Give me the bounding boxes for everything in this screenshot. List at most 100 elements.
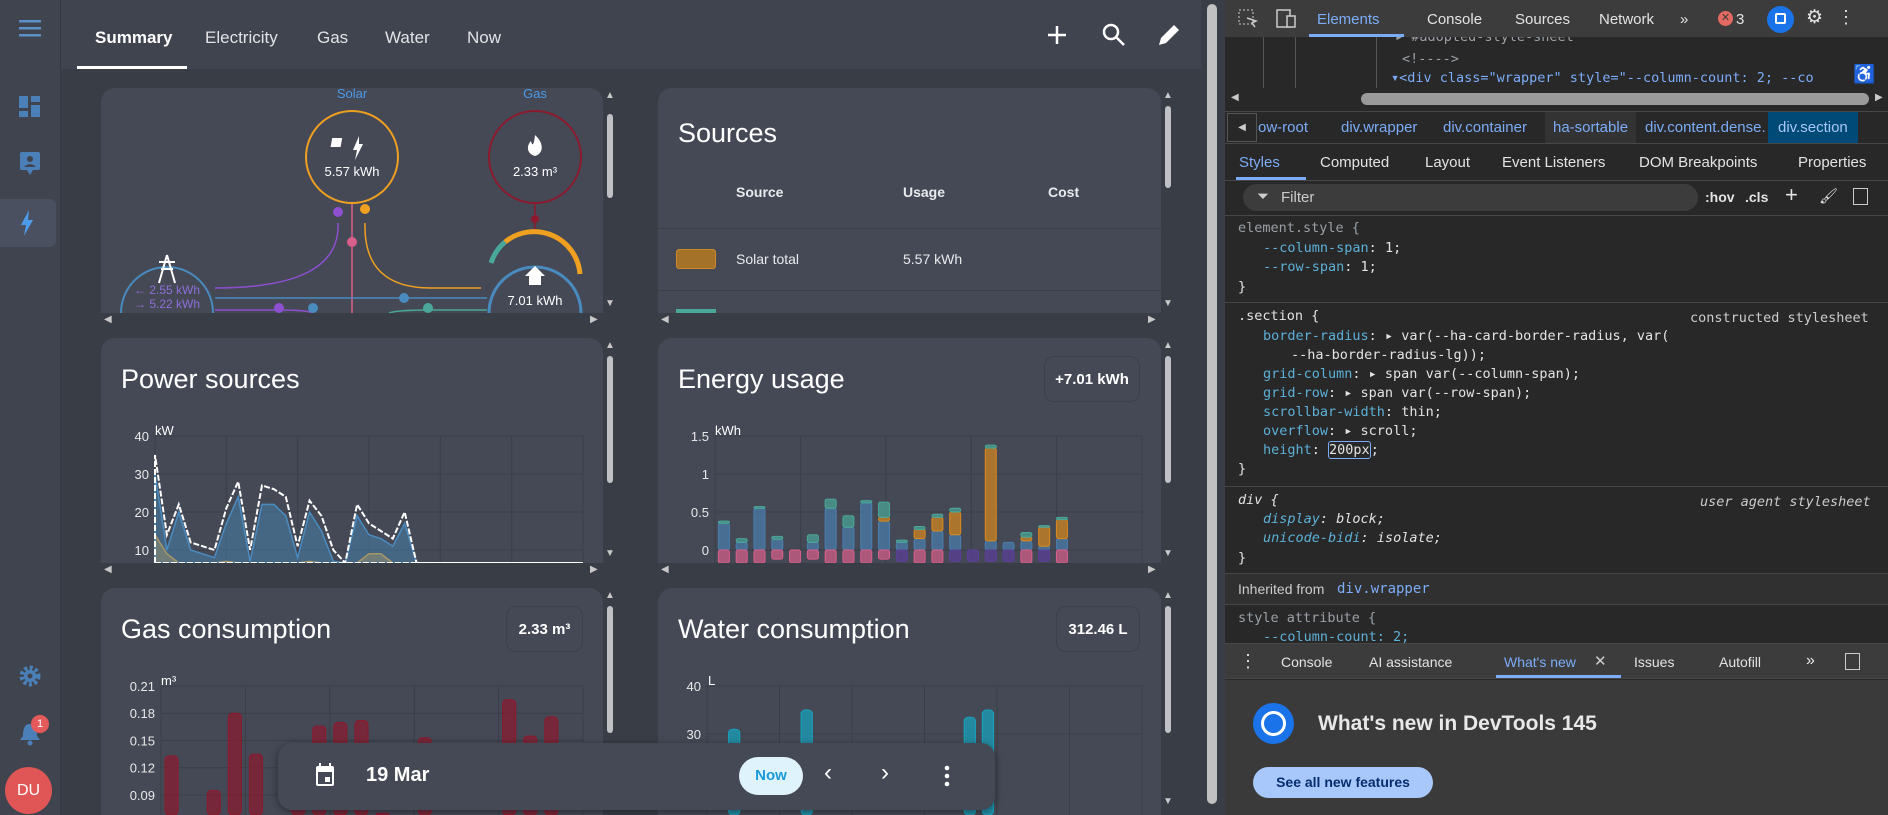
more-options-icon[interactable]: ⋮ — [1837, 6, 1855, 28]
css-value[interactable]: isolate; — [1369, 530, 1442, 546]
css-value[interactable]: 1; — [1352, 259, 1377, 275]
settings-gear-icon[interactable] — [14, 660, 46, 692]
tab-layout[interactable]: Layout — [1425, 154, 1470, 171]
calendar-icon[interactable] — [315, 763, 335, 787]
toggle-sidebar-icon[interactable] — [1853, 188, 1868, 205]
new-style-rule-icon[interactable]: + — [1785, 183, 1798, 207]
drawer-tab-whats-new[interactable]: What's new — [1504, 654, 1576, 670]
css-value[interactable]: ▸ var(--ha-card-border-radius, var( — [1385, 328, 1669, 344]
css-property[interactable]: --column-span — [1263, 240, 1369, 256]
now-button[interactable]: Now — [739, 757, 803, 795]
accessibility-icon[interactable]: ♿ — [1853, 63, 1875, 85]
overview-dashboard-icon[interactable] — [14, 91, 46, 123]
css-property[interactable]: grid-row — [1263, 385, 1328, 401]
devtools-tab-sources[interactable]: Sources — [1515, 11, 1570, 28]
breadcrumb-scroll-left[interactable]: ◀ — [1227, 113, 1257, 142]
breadcrumb-item[interactable]: ow-root — [1258, 119, 1308, 136]
dom-node[interactable]: <!----> — [1402, 51, 1459, 67]
tab-gas[interactable]: Gas — [317, 28, 348, 48]
rule-selector[interactable]: div { — [1238, 492, 1279, 508]
energy-usage-chart[interactable]: 1.5 1 0.5 0 — [658, 338, 1161, 563]
css-value[interactable]: ▸ scroll; — [1344, 423, 1417, 439]
hover-state-toggle[interactable]: :hov — [1705, 189, 1735, 205]
card-scrollbar[interactable]: ▲ ▼ — [603, 88, 617, 313]
sidebar-item-energy[interactable] — [0, 199, 56, 247]
tab-summary[interactable]: Summary — [95, 28, 172, 48]
styles-filter-input[interactable]: ⏷ Filter — [1243, 184, 1698, 211]
css-property[interactable]: --column-count: 2; — [1263, 629, 1409, 643]
card-scrollbar[interactable]: ▲ ▼ — [1161, 338, 1175, 563]
drawer-tab-autofill[interactable]: Autofill — [1719, 654, 1761, 670]
tab-dom-breakpoints[interactable]: DOM Breakpoints — [1639, 154, 1757, 171]
card-scrollbar[interactable]: ▲ ▼ — [1161, 588, 1175, 815]
more-tabs-icon[interactable]: » — [1680, 11, 1688, 28]
tab-now[interactable]: Now — [467, 28, 501, 48]
person-board-icon[interactable] — [14, 148, 46, 180]
rule-selector[interactable]: element.style { — [1238, 220, 1360, 236]
see-all-features-button[interactable]: See all new features — [1253, 767, 1433, 798]
menu-icon[interactable] — [14, 12, 46, 44]
rule-selector[interactable]: style attribute { — [1238, 610, 1376, 626]
drawer-menu-icon[interactable]: ⋮ — [1239, 651, 1257, 671]
rule-source[interactable]: constructed stylesheet — [1690, 310, 1869, 326]
error-icon[interactable]: ✕ — [1718, 11, 1733, 26]
inspect-element-icon[interactable] — [1238, 9, 1258, 29]
css-property[interactable]: grid-column — [1263, 366, 1352, 382]
gas-node[interactable] — [488, 110, 582, 204]
drawer-tab-console[interactable]: Console — [1281, 654, 1332, 670]
page-scrollbar[interactable] — [1201, 0, 1225, 815]
css-value[interactable]: thin; — [1393, 404, 1442, 420]
css-property[interactable]: --row-span — [1263, 259, 1344, 275]
breadcrumb-item[interactable]: ha-sortable — [1545, 112, 1637, 143]
breadcrumb-item[interactable]: div.content.dense. — [1645, 119, 1766, 136]
next-chevron-icon[interactable]: › — [881, 759, 889, 787]
tab-properties[interactable]: Properties — [1798, 154, 1866, 171]
more-drawer-tabs-icon[interactable]: » — [1806, 651, 1815, 671]
devtools-tab-elements[interactable]: Elements — [1317, 11, 1380, 28]
css-value[interactable]: ▸ span var(--column-span); — [1369, 366, 1580, 382]
dom-node-wrapper[interactable]: ▾<div class="wrapper" style="--column-co… — [1391, 70, 1814, 86]
tab-computed[interactable]: Computed — [1320, 154, 1389, 171]
ai-assistant-icon[interactable] — [1767, 6, 1794, 33]
more-vertical-icon[interactable] — [944, 765, 950, 787]
tab-styles[interactable]: Styles — [1239, 154, 1280, 171]
close-tab-icon[interactable]: ✕ — [1594, 652, 1607, 670]
css-value[interactable]: block; — [1328, 511, 1385, 527]
settings-gear-icon[interactable]: ⚙ — [1806, 7, 1823, 29]
tab-event-listeners[interactable]: Event Listeners — [1502, 154, 1605, 171]
devtools-tab-network[interactable]: Network — [1599, 11, 1654, 28]
class-toggle[interactable]: .cls — [1745, 189, 1768, 205]
tab-water[interactable]: Water — [385, 28, 430, 48]
table-row[interactable]: Solar total 5.57 kWh — [658, 228, 1161, 290]
search-icon[interactable] — [1101, 22, 1127, 48]
previous-chevron-icon[interactable]: ‹ — [824, 759, 832, 787]
power-sources-chart[interactable]: 40 30 20 10 — [101, 338, 603, 563]
edit-pencil-icon[interactable] — [1156, 22, 1182, 48]
breadcrumb-item[interactable]: div.container — [1443, 119, 1527, 136]
css-property[interactable]: unicode-bidi — [1263, 530, 1361, 546]
dom-horizontal-scrollbar[interactable]: ◀ ▶ — [1225, 88, 1888, 110]
breadcrumb-item[interactable]: div.wrapper — [1341, 119, 1417, 136]
css-value-editor[interactable]: 200px — [1328, 441, 1371, 459]
paint-brush-icon[interactable]: 🖌 — [1819, 188, 1838, 206]
dock-side-icon[interactable] — [1845, 653, 1860, 670]
solar-node[interactable] — [305, 110, 399, 204]
add-icon[interactable] — [1044, 22, 1070, 48]
css-property[interactable]: display — [1263, 511, 1320, 527]
avatar[interactable]: DU — [5, 767, 52, 814]
tab-electricity[interactable]: Electricity — [205, 28, 278, 48]
dom-node[interactable]: ▸ #adopted-style-sheet — [1395, 37, 1574, 45]
breadcrumb-item-selected[interactable]: div.section — [1768, 112, 1858, 143]
inherited-from-link[interactable]: div.wrapper — [1337, 581, 1430, 597]
error-count[interactable]: 3 — [1736, 11, 1744, 28]
css-property[interactable]: overflow — [1263, 423, 1328, 439]
drawer-tab-issues[interactable]: Issues — [1634, 654, 1674, 670]
css-value[interactable]: ▸ span var(--row-span); — [1344, 385, 1531, 401]
rule-selector[interactable]: .section { — [1238, 308, 1319, 324]
card-scrollbar[interactable]: ▲ ▼ — [1161, 88, 1175, 313]
drawer-tab-ai-assistance[interactable]: AI assistance — [1369, 654, 1452, 670]
css-value[interactable]: 1; — [1377, 240, 1401, 256]
css-property[interactable]: border-radius — [1263, 328, 1369, 344]
css-property[interactable]: height — [1263, 442, 1312, 458]
css-value[interactable]: --ha-border-radius-lg)); — [1291, 347, 1486, 363]
